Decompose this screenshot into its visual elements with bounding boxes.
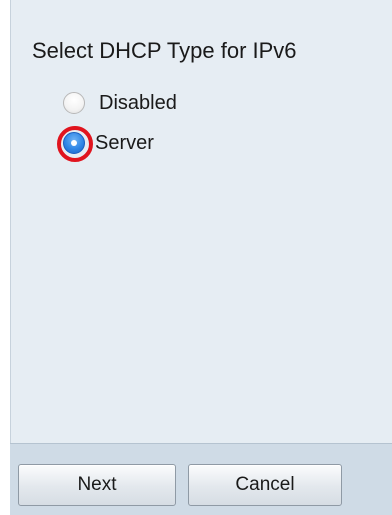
radio-disabled[interactable] (63, 92, 85, 114)
dhcp-type-title: Select DHCP Type for IPv6 (32, 38, 297, 63)
cancel-button[interactable]: Cancel (188, 464, 342, 506)
next-button[interactable]: Next (18, 464, 176, 506)
dhcp-type-panel: Select DHCP Type for IPv6 Disabled Serve… (10, 0, 392, 443)
radio-disabled-label: Disabled (99, 91, 177, 114)
radio-server-label: Server (95, 131, 154, 154)
button-bar: Next Cancel (10, 443, 392, 515)
radio-option-disabled[interactable]: Disabled (63, 90, 177, 116)
radio-option-server[interactable]: Server (57, 126, 154, 162)
radio-server[interactable] (57, 126, 93, 162)
highlight-ring-annotation (57, 126, 93, 162)
